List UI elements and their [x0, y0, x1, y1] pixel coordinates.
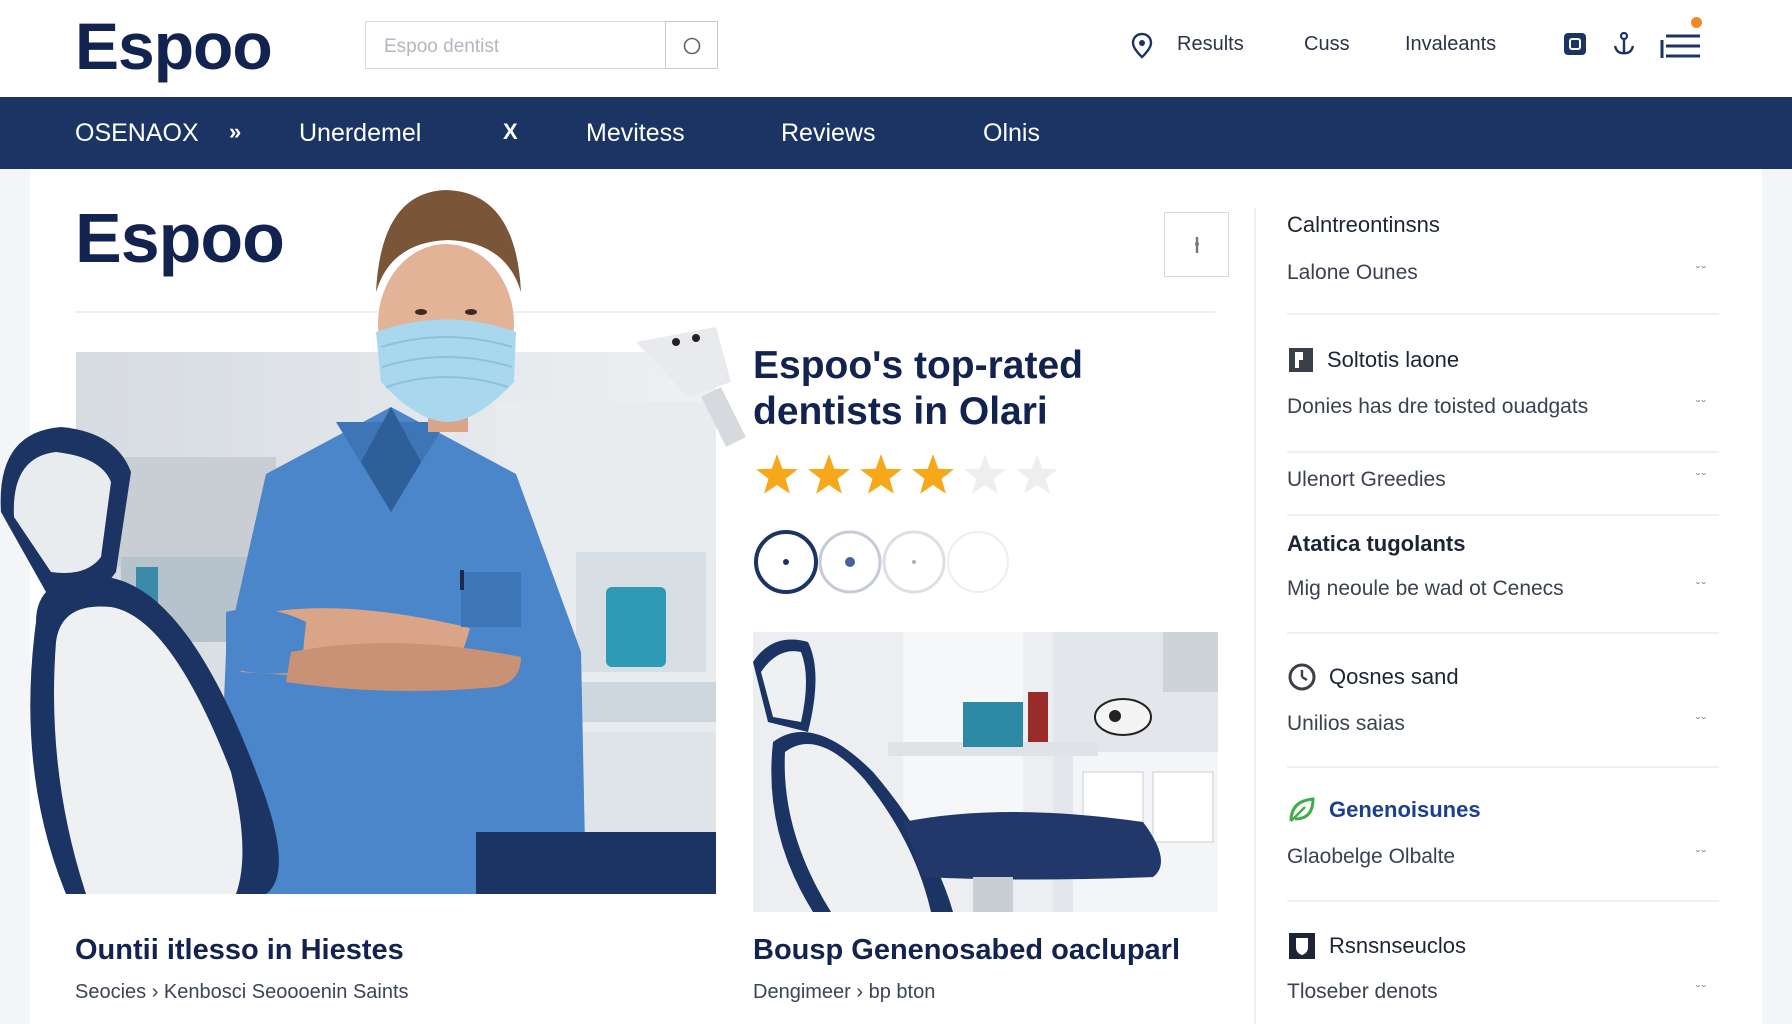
notification-dot — [1691, 17, 1702, 28]
sidebar-section-heading[interactable]: Genenoisunes — [1287, 795, 1719, 825]
star-rating — [756, 454, 1058, 494]
sidebar-item-label: Donies has dre toisted ouadgats — [1287, 395, 1589, 418]
info-icon — [1195, 237, 1199, 253]
sidebar-section-heading[interactable]: Rsnsnseuclos — [1287, 931, 1719, 961]
anchor-icon[interactable] — [1611, 30, 1637, 58]
feature-heading[interactable]: Espoo's top-rated dentists in Olari — [753, 343, 1183, 435]
star-filled-icon — [912, 454, 954, 494]
divider — [1287, 900, 1719, 902]
sidebar-toggle-button[interactable] — [1164, 212, 1229, 277]
chevron-down-icon[interactable]: ˇˇ — [1696, 579, 1707, 595]
sidebar-section-heading[interactable]: Soltotis laone — [1287, 345, 1719, 375]
divider — [1287, 766, 1719, 768]
app-icon[interactable] — [1562, 30, 1588, 58]
sidebar-section: Calntreontinsns — [1287, 210, 1719, 240]
sidebar-section-heading[interactable]: Calntreontinsns — [1287, 210, 1719, 240]
dentist-hero-image[interactable] — [0, 190, 746, 894]
nav-item-mevitess[interactable]: Mevitess — [586, 119, 685, 148]
chevron-down-icon[interactable]: ˇˇ — [1696, 397, 1707, 413]
chevron-down-icon[interactable]: ˇˇ — [1696, 263, 1707, 279]
main-navbar: OSENAOX » Unerdemel X Mevitess Reviews O… — [0, 97, 1792, 169]
sidebar-heading-label: Qosnes sand — [1329, 664, 1459, 689]
column-divider — [1254, 208, 1256, 1024]
sidebar-section: Genenoisunes — [1287, 795, 1719, 825]
sidebar-section: Atatica tugolants — [1287, 529, 1719, 559]
second-card-title[interactable]: Bousp Genenosabed oacluparl — [753, 934, 1180, 967]
sidebar-section: Rsnsnseuclos — [1287, 931, 1719, 961]
hero-card-meta: Seocies › Kenbosci Seoooenin Saints — [75, 981, 409, 1003]
sidebar-item-label: Ulenort Greedies — [1287, 468, 1446, 491]
nav-item-unerdemel[interactable]: Unerdemel — [299, 119, 421, 148]
sidebar-item-label: Glaobelge Olbalte — [1287, 845, 1456, 868]
sidebar-item-label: Unilios saias — [1287, 712, 1405, 735]
second-card-meta: Dengimeer › bp bton — [753, 981, 936, 1003]
divider — [1287, 514, 1719, 516]
leaf-icon — [1289, 797, 1315, 822]
star-filled-icon — [860, 454, 902, 494]
dental-clinic-image[interactable] — [753, 632, 1218, 912]
divider — [1287, 451, 1719, 453]
menu-icon[interactable] — [1660, 30, 1702, 62]
sidebar-item[interactable]: Mig neoule be wad ot Cenecs ˇˇ — [1287, 577, 1719, 607]
chevron-down-icon[interactable]: ˇˇ — [1696, 470, 1707, 486]
square-icon — [1289, 348, 1313, 372]
review-avatars[interactable] — [753, 530, 1013, 594]
search-icon — [683, 37, 701, 55]
chevron-down-icon[interactable]: ˇˇ — [1696, 982, 1707, 998]
top-nav-invaleants[interactable]: Invaleants — [1405, 33, 1496, 56]
search-button[interactable] — [665, 21, 718, 69]
divider — [75, 311, 1215, 313]
sidebar-heading-label: Genenoisunes — [1329, 797, 1481, 822]
star-empty-icon — [964, 454, 1006, 494]
sidebar-section-heading[interactable]: Atatica tugolants — [1287, 529, 1719, 559]
sidebar-item[interactable]: Donies has dre toisted ouadgats ˇˇ — [1287, 395, 1719, 425]
nav-item-olnis[interactable]: Olnis — [983, 119, 1040, 148]
sidebar-item[interactable]: Lalone Ounes ˇˇ — [1287, 261, 1719, 291]
sidebar-item-label: Lalone Ounes — [1287, 261, 1418, 284]
chevron-down-icon[interactable]: ˇˇ — [1696, 847, 1707, 863]
sidebar-section: Qosnes sand — [1287, 662, 1719, 692]
sidebar-item[interactable]: Ulenort Greedies ˇˇ — [1287, 468, 1719, 498]
nav-close-icon[interactable]: X — [503, 119, 518, 145]
sidebar-section-heading[interactable]: Qosnes sand — [1287, 662, 1719, 692]
sidebar-heading-label: Atatica tugolants — [1287, 531, 1466, 556]
sidebar-heading-label: Rsnsnseuclos — [1329, 933, 1466, 958]
sidebar-heading-label: Calntreontinsns — [1287, 212, 1440, 237]
sidebar-item-label: Mig neoule be wad ot Cenecs — [1287, 577, 1564, 600]
clock-icon — [1288, 663, 1316, 691]
sidebar-item-label: Tloseber denots — [1287, 980, 1438, 1003]
sidebar-item[interactable]: Unilios saias ˇˇ — [1287, 712, 1719, 742]
sidebar-item[interactable]: Glaobelge Olbalte ˇˇ — [1287, 845, 1719, 875]
hero-card-title[interactable]: Ountii itlesso in Hiestes — [75, 934, 404, 967]
nav-item-reviews[interactable]: Reviews — [781, 119, 875, 148]
page-title: Espoo — [75, 199, 285, 277]
top-nav-cuss[interactable]: Cuss — [1304, 33, 1350, 56]
star-filled-icon — [756, 454, 798, 494]
nav-item-osenaox[interactable]: OSENAOX — [75, 119, 199, 148]
sidebar-section: Soltotis laone — [1287, 345, 1719, 375]
top-nav-results[interactable]: Results — [1177, 33, 1244, 56]
divider — [1287, 313, 1719, 315]
top-header: Espoo Espoo dentist Results Cuss Invalea… — [0, 0, 1792, 97]
site-logo[interactable]: Espoo — [75, 8, 273, 84]
sidebar-item[interactable]: Tloseber denots ˇˇ — [1287, 980, 1719, 1010]
divider — [1287, 632, 1719, 634]
sidebar-heading-label: Soltotis laone — [1327, 347, 1460, 372]
shield-icon — [1289, 933, 1315, 959]
search-input[interactable]: Espoo dentist — [365, 21, 665, 69]
star-empty-icon — [1016, 454, 1058, 494]
location-pin-icon[interactable] — [1130, 32, 1154, 60]
chevron-down-icon[interactable]: ˇˇ — [1696, 714, 1707, 730]
nav-separator: » — [229, 119, 242, 144]
star-filled-icon — [808, 454, 850, 494]
